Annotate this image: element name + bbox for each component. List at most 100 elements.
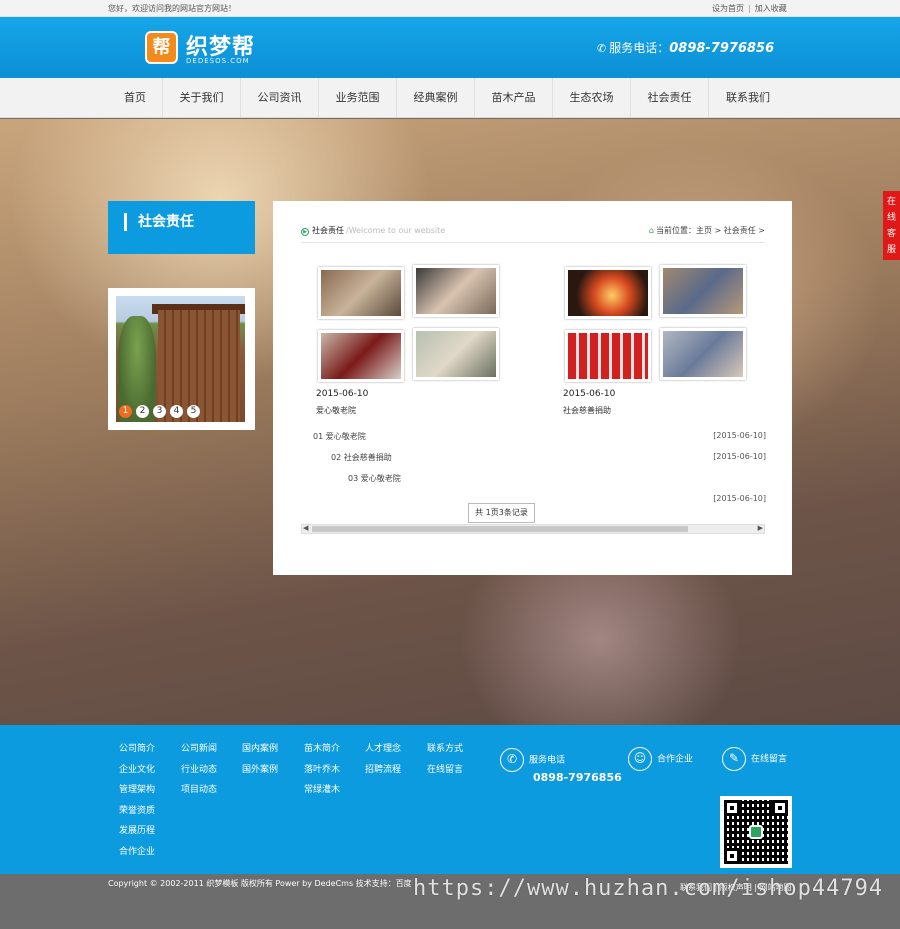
list-item-title[interactable]: 02 社会慈善捐助 <box>331 452 392 463</box>
footer-link[interactable]: 在线留言 <box>427 762 463 783</box>
photo-grid <box>316 265 501 383</box>
breadcrumb-current[interactable]: 社会责任 <box>724 226 756 235</box>
photo-grid <box>563 265 748 383</box>
list-item-title[interactable]: 01 爱心敬老院 <box>313 431 366 442</box>
footer-link[interactable]: 国外案例 <box>242 762 278 783</box>
footer-column: 公司新闻 行业动态 项目动态 <box>181 741 217 803</box>
phone-icon: ✆ <box>500 748 524 772</box>
list-item[interactable]: 02 社会慈善捐助 [2015-06-10] <box>313 452 766 466</box>
footer-link[interactable]: 行业动态 <box>181 762 217 783</box>
slider-dot[interactable]: 1 <box>119 405 132 418</box>
top-separator: | <box>748 4 751 13</box>
nav-item-products[interactable]: 苗木产品 <box>475 78 553 118</box>
list-item[interactable]: 01 爱心敬老院 [2015-06-10] <box>313 431 766 445</box>
main-nav: 首页 关于我们 公司资讯 业务范围 经典案例 苗木产品 生态农场 社会责任 联系… <box>0 78 900 118</box>
footer-link[interactable]: 人才理念 <box>365 741 401 762</box>
online-service-char: 服 <box>886 245 896 255</box>
card-title[interactable]: 社会慈善捐助 <box>563 405 611 416</box>
hotline: ✆ 服务电话：0898-7976856 <box>597 39 774 56</box>
breadcrumb-sep: > <box>758 226 765 235</box>
slider-dots: 1 2 3 4 5 <box>119 405 200 418</box>
online-service-char: 客 <box>886 229 896 239</box>
footer-column: 苗木简介 落叶乔木 常绿灌木 <box>304 741 340 803</box>
nav-item-home[interactable]: 首页 <box>108 78 163 118</box>
photo-thumb <box>413 328 499 380</box>
content-panel: ▶ 社会责任/Welcome to our website ⌂ 当前位置：主页 > … <box>273 201 792 575</box>
top-links: 设为首页 | 加入收藏 <box>712 0 787 17</box>
horizontal-scrollbar[interactable]: ◀ ▶ <box>301 524 765 534</box>
scroll-right-icon[interactable]: ▶ <box>758 524 763 532</box>
online-service-char: 线 <box>886 213 896 223</box>
footer-link[interactable]: 企业文化 <box>119 762 155 783</box>
online-service-char: 在 <box>886 197 896 207</box>
nav-item-cases[interactable]: 经典案例 <box>397 78 475 118</box>
footer-link[interactable]: 招聘流程 <box>365 762 401 783</box>
footer-link[interactable]: 项目动态 <box>181 782 217 803</box>
slider-dot[interactable]: 3 <box>153 405 166 418</box>
footer-partner[interactable]: ☺ 合作企业 <box>628 747 693 771</box>
top-bar: 您好，欢迎访问我的网站官方网站！ 设为首页 | 加入收藏 <box>0 0 900 17</box>
qr-logo-icon <box>749 825 763 839</box>
nav-item-news[interactable]: 公司资讯 <box>241 78 319 118</box>
nav-item-contact[interactable]: 联系我们 <box>709 78 787 118</box>
footer-link[interactable]: 荣誉资质 <box>119 803 155 824</box>
online-service-tab[interactable]: 在 线 客 服 <box>883 191 900 260</box>
footer-link[interactable]: 苗木简介 <box>304 741 340 762</box>
slide-image[interactable] <box>116 296 245 422</box>
slider-dot[interactable]: 5 <box>187 405 200 418</box>
nav-item-business[interactable]: 业务范围 <box>319 78 397 118</box>
footer-link[interactable]: 公司新闻 <box>181 741 217 762</box>
card-title[interactable]: 爱心敬老院 <box>316 405 356 416</box>
welcome-text: 您好，欢迎访问我的网站官方网站！ <box>108 4 236 13</box>
slider-dot[interactable]: 4 <box>170 405 183 418</box>
photo-thumb <box>318 330 404 382</box>
footer-link[interactable]: 合作企业 <box>119 844 155 865</box>
photo-card[interactable]: 2015-06-10 社会慈善捐助 <box>563 265 753 415</box>
footer-column: 国内案例 国外案例 <box>242 741 278 782</box>
footer-link[interactable]: 公司简介 <box>119 741 155 762</box>
pagination[interactable]: 共 1页3条记录 <box>468 503 535 523</box>
arrow-icon: ▶ <box>301 228 309 236</box>
footer-link[interactable]: 联系方式 <box>427 741 463 762</box>
footer-column: 人才理念 招聘流程 <box>365 741 401 782</box>
photo-thumb <box>565 267 651 319</box>
section-subtitle: /Welcome to our website <box>346 226 446 235</box>
list-item-title[interactable]: 03 爱心敬老院 <box>348 473 401 484</box>
hotline-number: 0898-7976856 <box>669 41 775 56</box>
site-header: 帮 织梦帮 DEDESOS.COM ✆ 服务电话：0898-7976856 <box>0 17 900 78</box>
section-header: ▶ 社会责任/Welcome to our website ⌂ 当前位置：主页 > … <box>301 221 765 243</box>
nav-item-responsibility[interactable]: 社会责任 <box>631 78 709 118</box>
nav-item-farm[interactable]: 生态农场 <box>553 78 631 118</box>
set-home-link[interactable]: 设为首页 <box>712 4 744 13</box>
qr-pattern <box>724 800 788 864</box>
slider-dot[interactable]: 2 <box>136 405 149 418</box>
card-date: 2015-06-10 <box>563 389 616 399</box>
breadcrumb-prefix: 当前位置： <box>655 226 696 235</box>
scroll-left-icon[interactable]: ◀ <box>303 524 308 532</box>
list-item[interactable]: 03 爱心敬老院 <box>313 473 766 487</box>
photo-thumb <box>413 265 499 317</box>
logo-icon[interactable]: 帮 <box>145 31 178 64</box>
footer-link[interactable]: 落叶乔木 <box>304 762 340 783</box>
footer-service: ✆ 服务电话 <box>500 748 565 772</box>
qr-corner <box>724 800 740 816</box>
photo-card[interactable]: 2015-06-10 爱心敬老院 <box>316 265 506 415</box>
handshake-icon: ☺ <box>628 747 652 771</box>
bookmark-link[interactable]: 加入收藏 <box>755 4 787 13</box>
message-label[interactable]: 在线留言 <box>751 755 787 765</box>
service-number: 0898-7976856 <box>533 771 622 784</box>
footer-link[interactable]: 管理架构 <box>119 782 155 803</box>
breadcrumb-sep: > <box>714 226 722 235</box>
scrollbar-thumb[interactable] <box>312 526 688 532</box>
footer-link[interactable]: 国内案例 <box>242 741 278 762</box>
partner-label[interactable]: 合作企业 <box>657 755 693 765</box>
list-item-date: [2015-06-10] <box>713 431 766 440</box>
breadcrumb-home[interactable]: 主页 <box>696 226 712 235</box>
footer-column: 公司简介 企业文化 管理架构 荣誉资质 发展历程 合作企业 <box>119 741 155 864</box>
hotline-label: 服务电话： <box>609 41 670 55</box>
footer-link[interactable]: 常绿灌木 <box>304 782 340 803</box>
footer-message[interactable]: ✎ 在线留言 <box>722 747 787 771</box>
watermark-text: https://www.huzhan.com/ishop44794 <box>413 876 884 901</box>
footer-link[interactable]: 发展历程 <box>119 823 155 844</box>
nav-item-about[interactable]: 关于我们 <box>163 78 241 118</box>
